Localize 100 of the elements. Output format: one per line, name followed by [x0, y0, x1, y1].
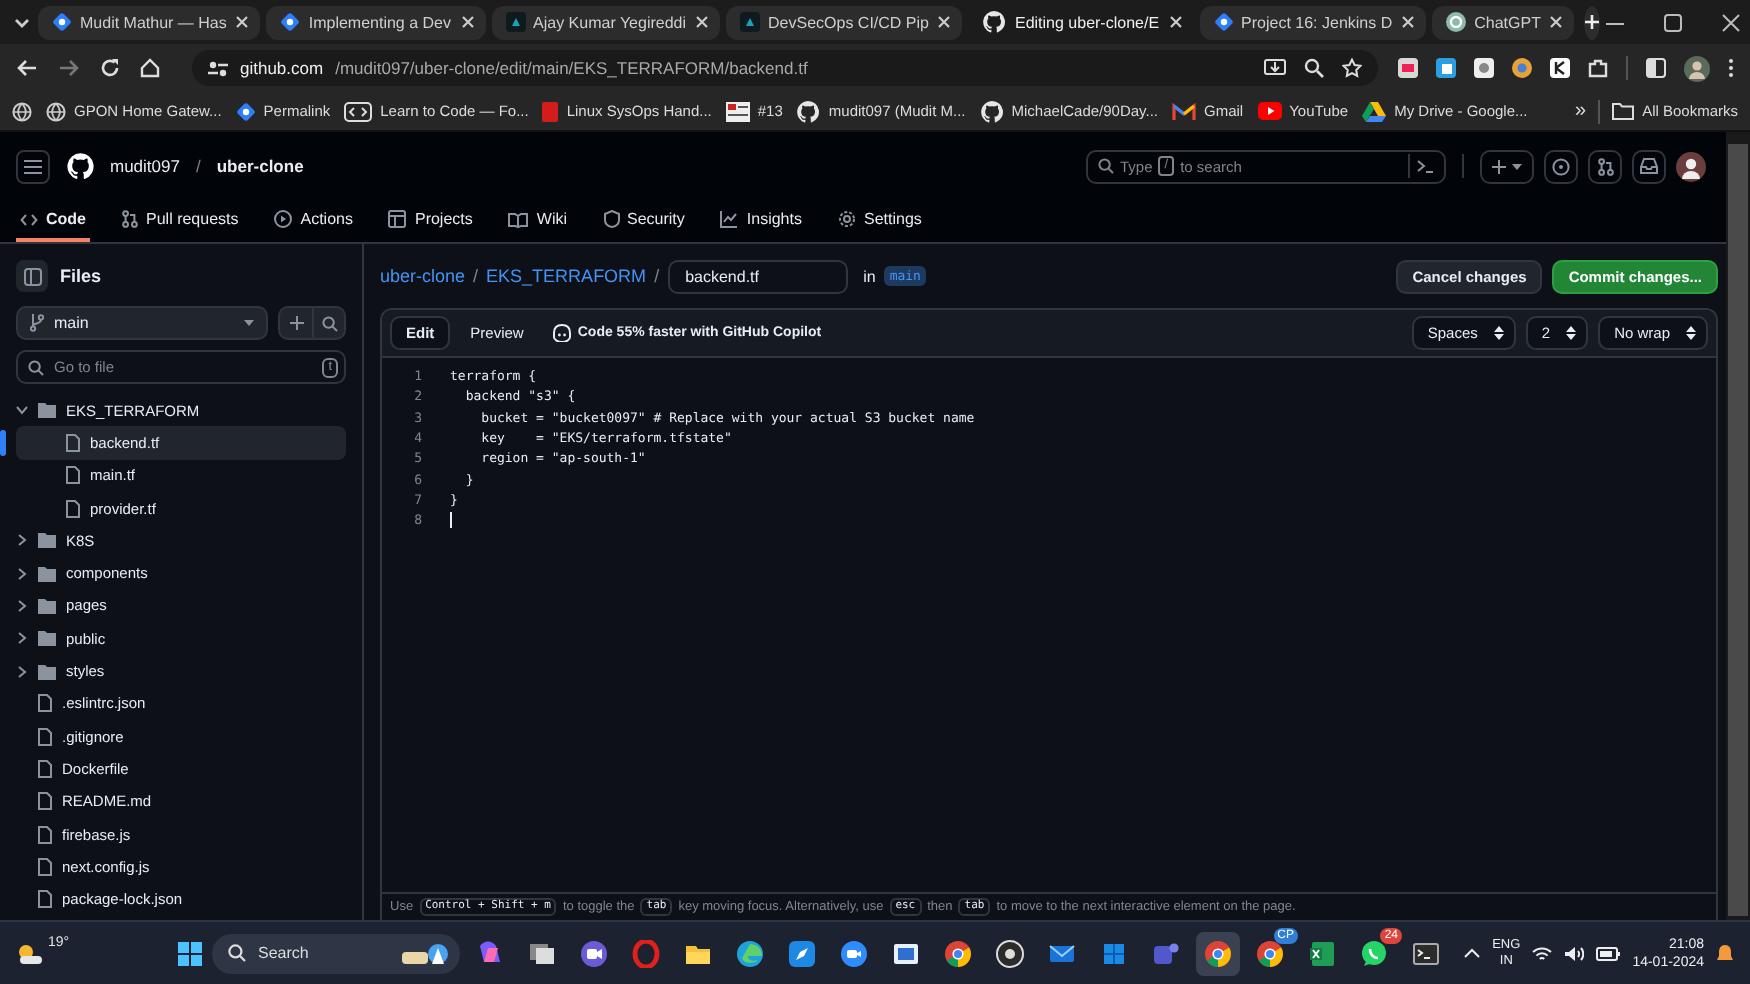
- chrome-icon: [944, 939, 972, 967]
- play-icon: [274, 210, 293, 228]
- speaker-icon[interactable]: [1564, 945, 1585, 961]
- plus-icon: [1584, 14, 1601, 30]
- browser-tab[interactable]: ChatGPT: [1432, 5, 1575, 39]
- menu-icon[interactable]: [1728, 58, 1734, 78]
- pull-request-icon: [1597, 157, 1613, 175]
- reload-icon[interactable]: [100, 58, 120, 78]
- globe-icon[interactable]: [12, 101, 32, 121]
- table-icon: [388, 210, 407, 228]
- puzzle-icon[interactable]: [1588, 58, 1608, 78]
- chevron-right-icon[interactable]: [16, 632, 28, 645]
- inbox-button[interactable]: [1632, 149, 1666, 183]
- branch-selector[interactable]: main: [16, 306, 268, 340]
- close-icon[interactable]: [1722, 13, 1741, 31]
- avatar-icon[interactable]: [1684, 55, 1710, 81]
- menu-button[interactable]: [16, 149, 50, 183]
- close-icon[interactable]: [936, 14, 953, 30]
- breadcrumb-link[interactable]: uber-clone: [380, 266, 466, 286]
- new-tab-button[interactable]: [1584, 5, 1601, 39]
- close-icon[interactable]: [694, 14, 711, 30]
- start-icon[interactable]: [176, 939, 204, 967]
- branch-label: in: [863, 267, 876, 285]
- mail-icon: [1048, 939, 1076, 967]
- create-new-button[interactable]: [1480, 149, 1534, 183]
- sidebar-title: Files: [60, 266, 102, 286]
- folder-icon: [38, 402, 56, 419]
- search-field[interactable]: Search: [212, 933, 460, 973]
- issues-button[interactable]: [1544, 149, 1578, 183]
- chevron-down-icon[interactable]: [16, 404, 28, 417]
- extension-icon[interactable]: [1550, 58, 1570, 78]
- graph-icon: [720, 210, 739, 228]
- plus-icon: [289, 316, 303, 330]
- home-icon[interactable]: [140, 58, 160, 78]
- diamond-icon: [235, 101, 256, 121]
- search-icon: [228, 944, 246, 962]
- breadcrumb-link[interactable]: EKS_TERRAFORM: [486, 266, 647, 286]
- chrome-icon: [1256, 939, 1284, 967]
- scrollbar[interactable]: [1728, 144, 1748, 916]
- diamond-icon: [52, 12, 72, 32]
- chevron-right-icon[interactable]: [16, 567, 28, 580]
- back-icon[interactable]: [16, 58, 38, 78]
- site-info-icon[interactable]: [208, 59, 228, 77]
- more-bookmarks-button[interactable]: »: [1575, 100, 1587, 122]
- chevron-up-icon[interactable]: [1464, 948, 1481, 958]
- owner-link[interactable]: mudit097: [110, 156, 180, 176]
- pull-requests-button[interactable]: [1588, 149, 1622, 183]
- repo-tab[interactable]: Insights: [716, 200, 806, 242]
- search-icon: [28, 359, 44, 375]
- terminal-icon: [1412, 939, 1440, 967]
- avatar-icon[interactable]: [1676, 151, 1706, 181]
- browser-tab[interactable]: Project 16: Jenkins D: [1199, 5, 1427, 39]
- browser-tab[interactable]: DevSecOps CI/CD Pip: [726, 5, 963, 39]
- chevron-right-icon[interactable]: [16, 599, 28, 612]
- browser-tab[interactable]: Ajay Kumar Yegireddi: [491, 5, 721, 39]
- browser-icon: [736, 939, 764, 967]
- menu-icon: [24, 159, 42, 173]
- repo-tab[interactable]: Security: [599, 200, 689, 242]
- repo-tab[interactable]: Projects: [384, 200, 477, 242]
- bell-icon[interactable]: [1716, 943, 1734, 963]
- repo-tab[interactable]: Settings: [833, 200, 926, 242]
- browser-tab[interactable]: Implementing a Dev: [266, 5, 486, 39]
- chat-bubble-icon: [1360, 939, 1388, 967]
- browser-tab[interactable]: Mudit Mathur — Has: [38, 5, 261, 39]
- install-icon[interactable]: [1264, 58, 1286, 78]
- zoom-icon[interactable]: [1304, 58, 1324, 78]
- github-icon: [979, 99, 1004, 123]
- window-icon: [892, 939, 920, 967]
- address-bar[interactable]: github.com /mudit097/uber-clone/edit/main/EKS_TERRAFORM/backend.tf: [192, 50, 1378, 86]
- forward-icon[interactable]: [58, 58, 80, 78]
- repo-tab[interactable]: Code: [16, 200, 90, 242]
- close-icon[interactable]: [1548, 14, 1565, 30]
- close-icon[interactable]: [234, 14, 251, 30]
- taskbar-app[interactable]: [1196, 931, 1240, 975]
- star-icon[interactable]: [1342, 58, 1362, 78]
- chevron-right-icon[interactable]: [16, 665, 28, 678]
- ring-icon: [632, 939, 660, 967]
- compass-icon: [788, 939, 816, 967]
- repo-link[interactable]: uber-clone: [216, 156, 304, 176]
- battery-icon[interactable]: [1596, 945, 1621, 961]
- close-icon[interactable]: [459, 14, 476, 30]
- close-icon[interactable]: [1400, 14, 1417, 30]
- command-palette-icon[interactable]: [1416, 158, 1434, 174]
- repo-tab[interactable]: Wiki: [504, 200, 571, 242]
- maximize-icon[interactable]: [1664, 13, 1683, 31]
- side-panel-icon[interactable]: [1646, 58, 1666, 78]
- filename-field[interactable]: backend.tf: [667, 259, 848, 293]
- collapse-sidebar-button[interactable]: [16, 260, 48, 292]
- close-icon[interactable]: [1167, 14, 1184, 30]
- diamond-icon: [1213, 12, 1234, 32]
- github-logo-icon[interactable]: [66, 152, 94, 180]
- globe-icon: [46, 101, 66, 121]
- repo-tab[interactable]: Actions: [270, 200, 357, 242]
- search-icon: [321, 315, 337, 331]
- chevron-right-icon[interactable]: [16, 534, 28, 547]
- repo-tab[interactable]: Pull requests: [118, 200, 243, 242]
- extension-icon[interactable]: [1512, 58, 1532, 78]
- side-panel-icon: [23, 267, 41, 285]
- task-view-icon: [528, 939, 556, 967]
- wifi-icon[interactable]: [1532, 945, 1553, 961]
